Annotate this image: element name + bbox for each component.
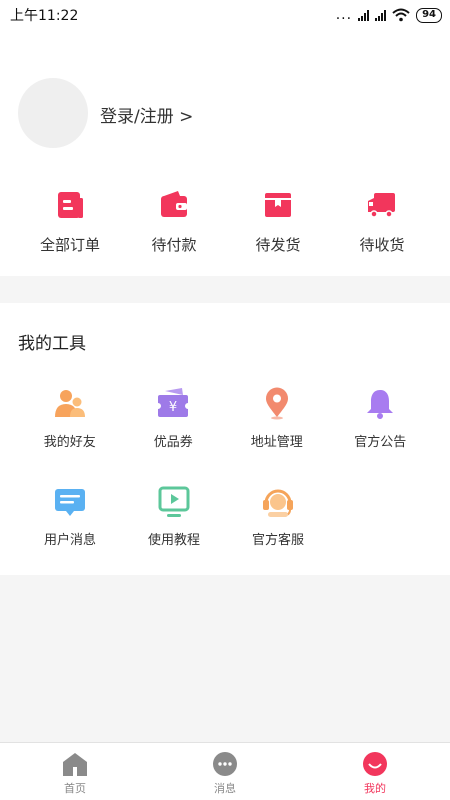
order-label: 全部订单 <box>39 236 100 254</box>
tool-label: 使用教程 <box>147 533 200 548</box>
tool-announcement-button[interactable]: 官方公告 <box>329 387 433 485</box>
tool-label: 用户消息 <box>43 533 96 548</box>
truck-icon <box>368 193 395 218</box>
order-unpaid-button[interactable]: 待付款 <box>122 188 226 268</box>
wifi-icon <box>392 8 410 22</box>
order-shortcuts: 全部订单 待付款 待发货 待收货 <box>0 188 450 268</box>
tool-address-button[interactable]: 地址管理 <box>225 387 329 485</box>
message-icon <box>55 489 85 516</box>
section-title: 我的工具 <box>18 334 86 354</box>
bottom-nav: 首页 消息 我的 <box>0 742 450 800</box>
nav-messages[interactable]: 消息 <box>150 743 300 800</box>
nav-label: 消息 <box>214 782 236 795</box>
tool-row: 用户消息 使用教程 官方客服 <box>18 485 432 583</box>
friends-icon <box>54 390 85 417</box>
location-icon <box>265 387 288 420</box>
bell-icon <box>367 390 394 419</box>
nav-label: 首页 <box>64 782 86 795</box>
tools-section: 我的工具 我的好友 ¥ 优品券 地址管理 官方公告 用户消息 使用教程 官方客服 <box>0 303 450 575</box>
headset-icon <box>263 489 293 517</box>
video-icon <box>158 486 190 517</box>
nav-home[interactable]: 首页 <box>0 743 150 800</box>
coupon-icon: ¥ <box>156 388 191 417</box>
tool-label: 我的好友 <box>43 435 96 450</box>
tool-support-button[interactable]: 官方客服 <box>226 485 330 583</box>
nav-profile[interactable]: 我的 <box>300 743 450 800</box>
status-bar: 上午11:22 ... 94 <box>0 0 450 30</box>
order-label: 待发货 <box>255 236 301 254</box>
app-screen: 上午11:22 ... 94 登录/注册 > 全部订单 待付款 待发货 待收货 … <box>0 0 450 800</box>
tool-label: 地址管理 <box>250 435 303 450</box>
login-register-link[interactable]: 登录/注册 > <box>100 102 193 127</box>
order-to-receive-button[interactable]: 待收货 <box>330 188 434 268</box>
tool-label: 官方公告 <box>354 435 407 450</box>
tool-label: 优品券 <box>153 435 193 450</box>
tool-messages-button[interactable]: 用户消息 <box>18 485 122 583</box>
chat-icon <box>213 752 237 776</box>
order-label: 待付款 <box>151 236 197 254</box>
order-list-icon <box>58 192 83 218</box>
order-to-ship-button[interactable]: 待发货 <box>226 188 330 268</box>
battery-indicator: 94 <box>416 7 442 23</box>
svg-text:¥: ¥ <box>169 400 177 415</box>
status-icons: ... 94 <box>336 7 442 23</box>
status-time: 上午11:22 <box>10 8 79 24</box>
home-icon <box>63 753 87 776</box>
nav-label: 我的 <box>364 782 386 795</box>
profile-section: 登录/注册 > 全部订单 待付款 待发货 待收货 <box>0 30 450 276</box>
wallet-icon <box>161 191 187 217</box>
order-label: 待收货 <box>359 236 405 254</box>
signal-icon <box>358 9 370 21</box>
tool-friends-button[interactable]: 我的好友 <box>18 387 122 485</box>
more-dots-icon: ... <box>335 7 353 23</box>
tool-coupon-button[interactable]: ¥ 优品券 <box>122 387 226 485</box>
tool-grid: 我的好友 ¥ 优品券 地址管理 官方公告 用户消息 使用教程 官方客服 <box>18 387 432 583</box>
order-all-button[interactable]: 全部订单 <box>18 188 122 268</box>
tool-row: 我的好友 ¥ 优品券 地址管理 官方公告 <box>18 387 432 485</box>
profile-smile-icon <box>363 752 387 776</box>
signal-icon-2 <box>375 9 387 21</box>
package-icon <box>265 193 291 217</box>
avatar[interactable] <box>18 78 88 148</box>
tool-tutorial-button[interactable]: 使用教程 <box>122 485 226 583</box>
tool-label: 官方客服 <box>251 533 304 548</box>
